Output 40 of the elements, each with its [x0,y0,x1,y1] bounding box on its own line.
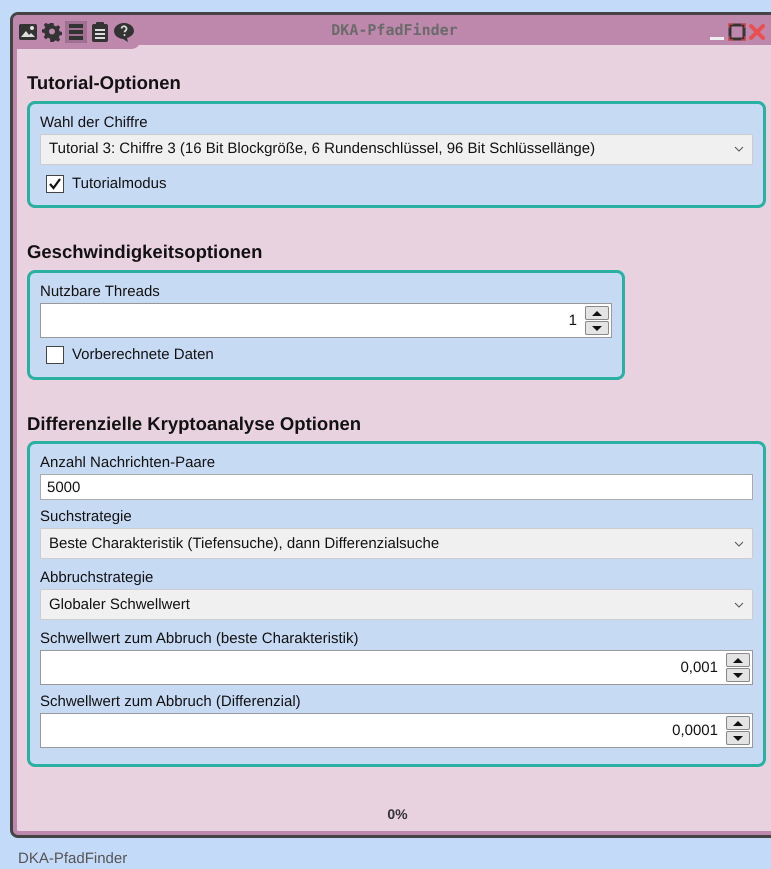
spin-up-button[interactable] [585,306,609,320]
caret-icon [734,602,744,608]
field-label: Schwellwert zum Abbruch (Differenzial) [40,692,302,712]
dropdown[interactable]: Globaler Schwellwert [40,589,753,620]
section-heading: Tutorial-Optionen [27,71,182,95]
spin-down-button[interactable] [726,731,750,746]
down-arrow-icon [732,734,744,742]
down-arrow-icon [732,672,744,679]
spin-up-button[interactable] [726,653,750,668]
progress-text: 0% [387,805,408,824]
checkbox[interactable] [46,175,64,193]
field-label: Schwellwert zum Abbruch (beste Charakteristik) [40,629,360,650]
down-arrow-icon [591,324,603,332]
field-label: Anzahl Nachrichten-Paare [40,453,216,474]
help-icon[interactable] [113,21,135,43]
caret-icon [734,540,744,547]
checkbox-label: Tutorialmodus [72,174,166,194]
dropdown[interactable]: Tutorial 3: Chiffre 3 (16 Bit Blockgröße, 6 Rundenschlüssel, 96 Bit Schlüssellänge) [40,134,753,165]
section-heading: Differenzielle Kryptoanalyse Optionen [27,412,362,436]
field-label: Abbruchstrategie [40,568,154,588]
up-arrow-icon [732,656,744,664]
clipboard-icon[interactable] [89,21,111,43]
spin-up-button[interactable] [726,716,750,730]
field-label: Suchstrategie [40,507,133,528]
section-heading: Geschwindigkeitsoptionen [27,240,264,264]
caret-icon [734,146,744,152]
status-text: DKA-PfadFinder [18,849,128,869]
checkbox-label: Vorberechnete Daten [72,345,214,365]
up-arrow-icon [732,720,744,727]
spin-down-button[interactable] [726,668,750,682]
up-arrow-icon [591,310,603,316]
dropdown[interactable]: Beste Charakteristik (Tiefensuche), dann Differenzialsuche [40,528,753,560]
spin-down-button[interactable] [585,321,609,335]
input-field[interactable]: 5000 [40,474,753,500]
image-icon[interactable] [17,21,39,43]
field-label: Wahl der Chiffre [40,112,149,133]
checkbox[interactable] [46,346,64,364]
field-label: Nutzbare Threads [40,282,161,302]
settings-icon[interactable] [41,21,63,43]
window-title: DKA-PfadFinder [330,20,459,41]
